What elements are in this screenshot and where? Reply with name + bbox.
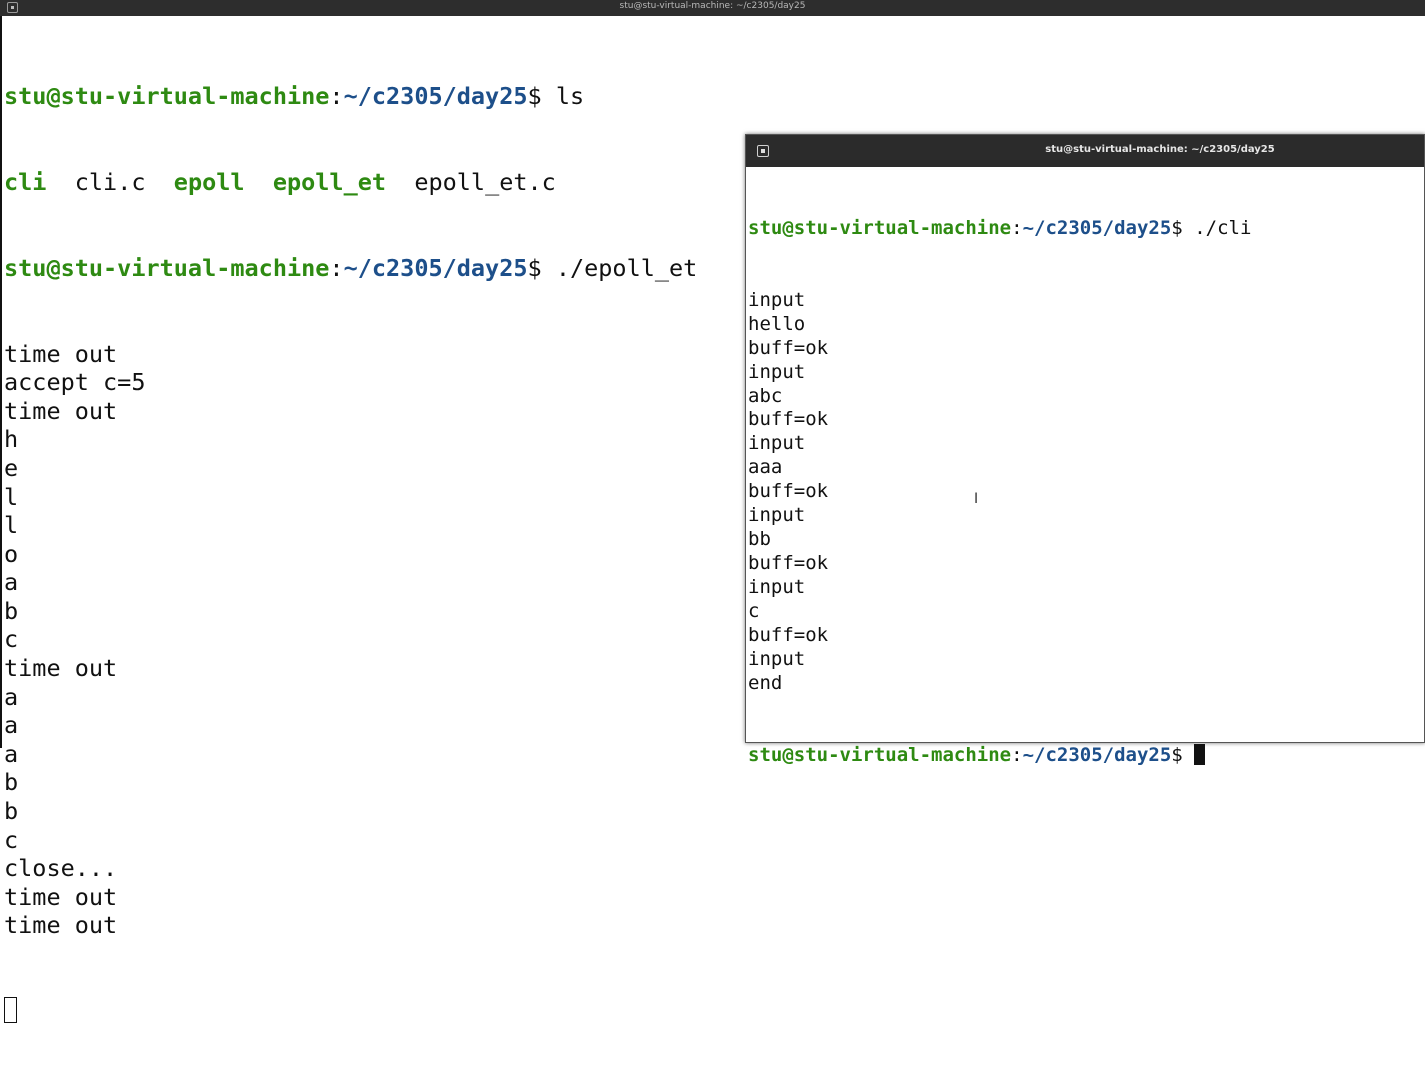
output-line: l	[4, 482, 19, 511]
prompt-line: stu@stu-virtual-machine:~/c2305/day25$	[748, 743, 1251, 768]
output-line: h	[4, 425, 19, 454]
output-line: a	[4, 739, 19, 768]
prompt-path: ~/c2305/day25	[1022, 216, 1172, 239]
ls-entry-cli-c: cli.c	[74, 167, 146, 196]
output-line: time out	[4, 339, 118, 368]
command-text: ./cli	[1194, 216, 1252, 239]
client-window-title: stu@stu-virtual-machine: ~/c2305/day25	[1045, 144, 1275, 155]
top-window-title: stu@stu-virtual-machine: ~/c2305/day25	[619, 1, 806, 11]
client-terminal-window[interactable]: stu@stu-virtual-machine: ~/c2305/day25 s…	[745, 134, 1425, 766]
output-line: o	[4, 539, 19, 568]
prompt-path: ~/c2305/day25	[343, 253, 528, 282]
output-line: aaa	[748, 456, 783, 479]
output-line: buff=ok	[748, 408, 829, 431]
output-line: accept c=5	[4, 368, 146, 397]
prompt-user: stu@stu-virtual-machine	[4, 253, 330, 282]
prompt-symbol: $	[1171, 216, 1183, 239]
ibeam-cursor-icon: I	[974, 491, 979, 507]
client-terminal-output: stu@stu-virtual-machine:~/c2305/day25$ .…	[748, 169, 1251, 815]
output-line: buff=ok	[748, 336, 829, 359]
ls-entry-epoll-et-c: epoll_et.c	[414, 167, 556, 196]
output-line: a	[4, 711, 19, 740]
output-line: b	[4, 797, 19, 826]
output-line: a	[4, 568, 19, 597]
client-window-titlebar[interactable]: stu@stu-virtual-machine: ~/c2305/day25	[746, 135, 1424, 167]
output-line: input	[748, 576, 806, 598]
command-text: ls	[555, 82, 585, 111]
output-line: time out	[4, 911, 118, 940]
prompt-symbol: $	[1171, 743, 1183, 766]
prompt-user: stu@stu-virtual-machine	[748, 216, 1012, 239]
prompt-symbol: $	[527, 253, 542, 282]
prompt-user: stu@stu-virtual-machine	[748, 743, 1012, 766]
output-line: a	[4, 682, 19, 711]
new-tab-icon[interactable]	[757, 145, 769, 157]
cursor-line	[4, 997, 697, 1026]
output-line: abc	[748, 384, 783, 407]
output-line: b	[4, 596, 19, 625]
text-cursor	[4, 997, 17, 1024]
server-terminal-output: stu@stu-virtual-machine:~/c2305/day25$ l…	[4, 25, 697, 1083]
prompt-line: stu@stu-virtual-machine:~/c2305/day25$ .…	[748, 216, 1252, 239]
prompt-path: ~/c2305/day25	[343, 82, 528, 111]
prompt-symbol: $	[527, 82, 542, 111]
output-line: input	[748, 647, 806, 670]
prompt-line: stu@stu-virtual-machine:~/c2305/day25$ .…	[4, 253, 698, 282]
output-line: buff=ok	[748, 552, 829, 575]
output-line: end	[748, 671, 783, 694]
ls-entry-epoll-et: epoll_et	[272, 167, 387, 196]
output-line: c	[4, 825, 19, 854]
output-line: buff=ok	[748, 480, 829, 503]
command-text: ./epoll_et	[555, 253, 698, 282]
output-line: e	[4, 453, 19, 482]
output-line: input	[748, 432, 806, 455]
ls-entry-epoll: epoll	[173, 167, 245, 196]
output-line: b	[4, 768, 19, 797]
ls-output-line: cli cli.c epoll epoll_et epoll_et.c	[4, 168, 697, 197]
output-line: c	[4, 625, 19, 654]
output-line: time out	[4, 654, 118, 683]
prompt-line: stu@stu-virtual-machine:~/c2305/day25$ l…	[4, 82, 585, 111]
output-line: input	[748, 504, 806, 527]
output-line: bb	[748, 528, 771, 551]
output-line: hello	[748, 312, 806, 335]
output-line: time out	[4, 396, 118, 425]
output-line: l	[4, 511, 19, 540]
output-line: input	[748, 288, 806, 311]
prompt-user: stu@stu-virtual-machine	[4, 82, 330, 111]
top-window-titlebar: stu@stu-virtual-machine: ~/c2305/day25	[0, 0, 1425, 16]
output-line: input	[748, 360, 806, 383]
ls-entry-cli: cli	[4, 167, 47, 196]
output-line: c	[748, 599, 760, 622]
text-cursor	[1194, 743, 1206, 765]
output-line: close...	[4, 854, 118, 883]
output-line: time out	[4, 882, 118, 911]
output-line: buff=ok	[748, 623, 829, 646]
prompt-path: ~/c2305/day25	[1022, 743, 1172, 766]
